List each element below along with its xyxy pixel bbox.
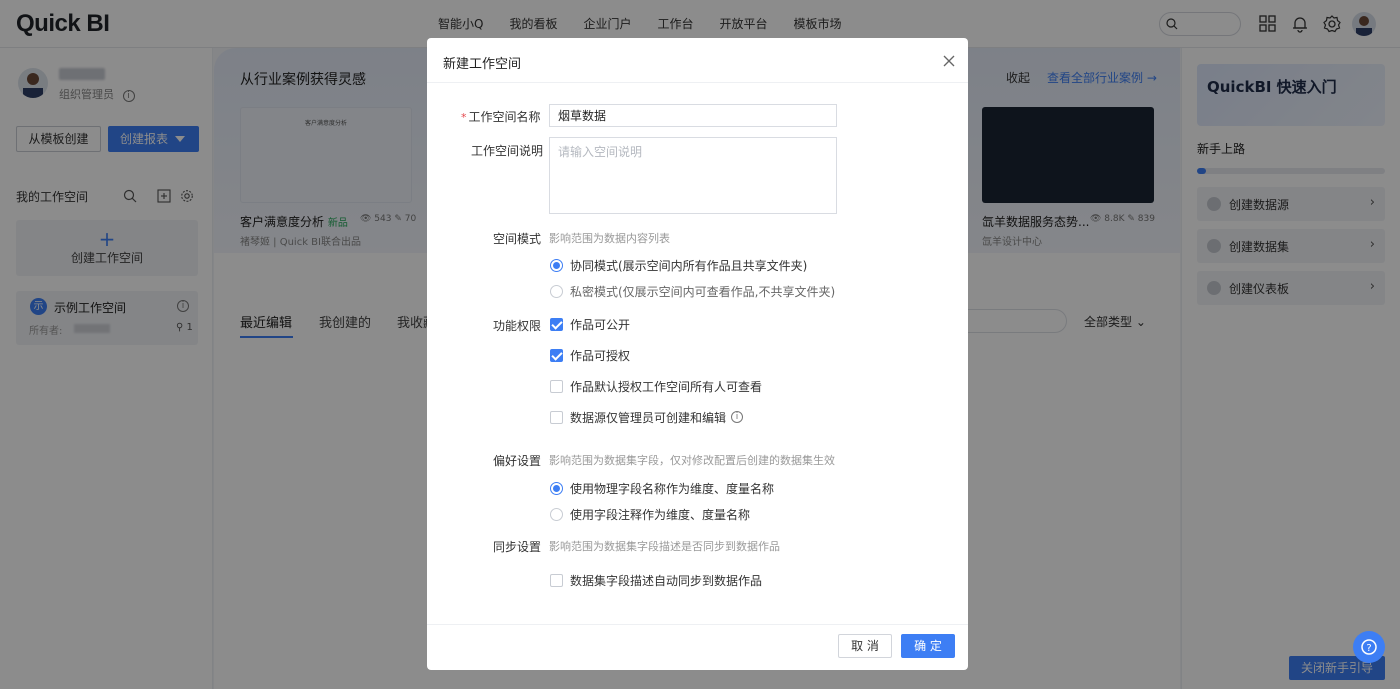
help-button[interactable]: ? [1353, 631, 1385, 663]
perm-default-view-option[interactable]: 作品默认授权工作空间所有人可查看 [550, 378, 762, 394]
sync-desc-option[interactable]: 数据集字段描述自动同步到数据作品 [550, 572, 762, 588]
perm-authorize-option[interactable]: 作品可授权 [550, 347, 630, 363]
space-mode-hint: 影响范围为数据内容列表 [549, 232, 670, 245]
workspace-desc-label: 工作空间说明 [471, 144, 544, 158]
mode-collaborative-option[interactable]: 协同模式(展示空间内所有作品且共享文件夹) [550, 257, 807, 273]
mode-private-option[interactable]: 私密模式(仅展示空间内可查看作品,不共享文件夹) [550, 283, 835, 299]
confirm-button[interactable]: 确 定 [901, 634, 955, 658]
radio-selected[interactable] [550, 481, 563, 495]
permission-label: 功能权限 [493, 319, 542, 333]
perm-datasource-admin-option[interactable]: 数据源仅管理员可创建和编辑 i [550, 409, 744, 425]
sync-label: 同步设置 [493, 540, 542, 554]
cancel-button[interactable]: 取 消 [838, 634, 892, 658]
checkbox-checked[interactable] [550, 348, 563, 362]
checkbox[interactable] [550, 379, 563, 393]
close-icon[interactable] [942, 54, 956, 68]
pref-physical-name-option[interactable]: 使用物理字段名称作为维度、度量名称 [550, 480, 774, 496]
radio[interactable] [550, 507, 563, 521]
radio-selected[interactable] [550, 258, 563, 272]
checkbox[interactable] [550, 573, 563, 587]
checkbox-checked[interactable] [550, 317, 563, 331]
workspace-name-label: * 工作空间名称 [461, 110, 541, 124]
preference-hint: 影响范围为数据集字段，仅对修改配置后创建的数据集生效 [549, 454, 835, 467]
dialog-title: 新建工作空间 [443, 57, 522, 72]
preference-label: 偏好设置 [493, 454, 542, 468]
svg-text:?: ? [1366, 643, 1371, 654]
sync-hint: 影响范围为数据集字段描述是否同步到数据作品 [549, 540, 780, 553]
divider [427, 82, 968, 83]
required-mark: * [461, 111, 467, 124]
space-mode-label: 空间模式 [493, 232, 542, 246]
workspace-name-input[interactable] [549, 104, 837, 127]
perm-public-option[interactable]: 作品可公开 [550, 316, 630, 332]
info-icon[interactable]: i [731, 411, 744, 423]
help-icon: ? [1361, 639, 1377, 655]
new-workspace-dialog: 新建工作空间 *工作空间名称 工作空间说明 空间模式 影响范围为数据内容列表 协… [427, 38, 968, 670]
checkbox[interactable] [550, 410, 563, 424]
pref-comment-name-option[interactable]: 使用字段注释作为维度、度量名称 [550, 506, 750, 522]
workspace-desc-input[interactable] [549, 137, 837, 214]
radio[interactable] [550, 284, 563, 298]
divider [427, 624, 968, 625]
